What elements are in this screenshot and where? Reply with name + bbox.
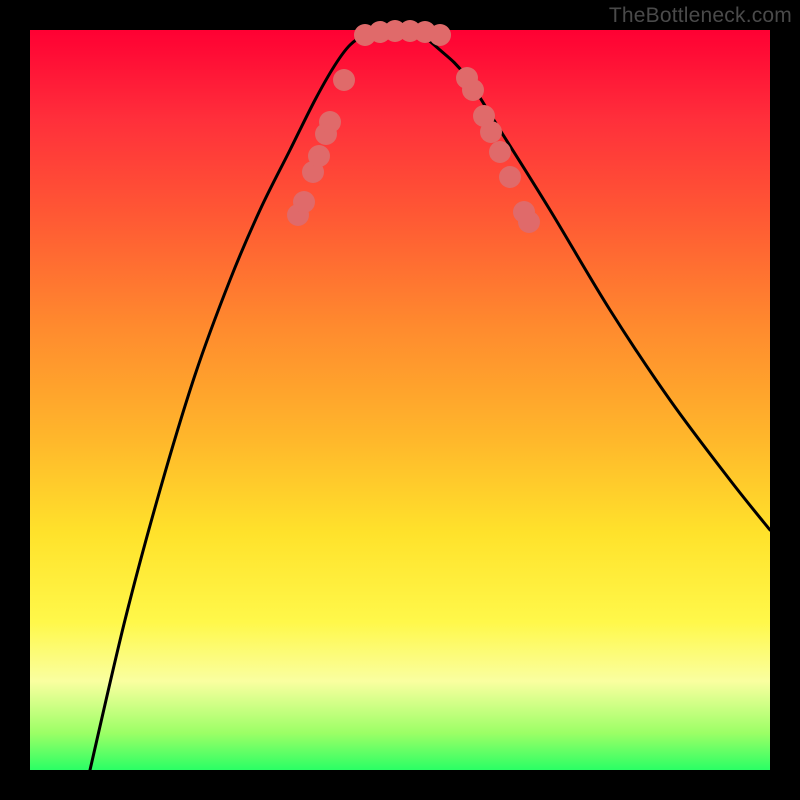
highlight-dot bbox=[499, 166, 521, 188]
chart-stage: TheBottleneck.com bbox=[0, 0, 800, 800]
plot-area bbox=[30, 30, 770, 770]
highlight-dot bbox=[518, 211, 540, 233]
highlight-dot bbox=[489, 141, 511, 163]
highlight-dot bbox=[462, 79, 484, 101]
highlight-dot bbox=[480, 121, 502, 143]
highlight-dot bbox=[429, 24, 451, 46]
bottleneck-curve bbox=[90, 32, 770, 770]
curve-svg bbox=[30, 30, 770, 770]
watermark-text: TheBottleneck.com bbox=[609, 4, 792, 28]
highlight-dot bbox=[319, 111, 341, 133]
highlight-dot bbox=[293, 191, 315, 213]
highlight-dot bbox=[308, 145, 330, 167]
highlight-dots-group bbox=[287, 20, 540, 233]
highlight-dot bbox=[333, 69, 355, 91]
